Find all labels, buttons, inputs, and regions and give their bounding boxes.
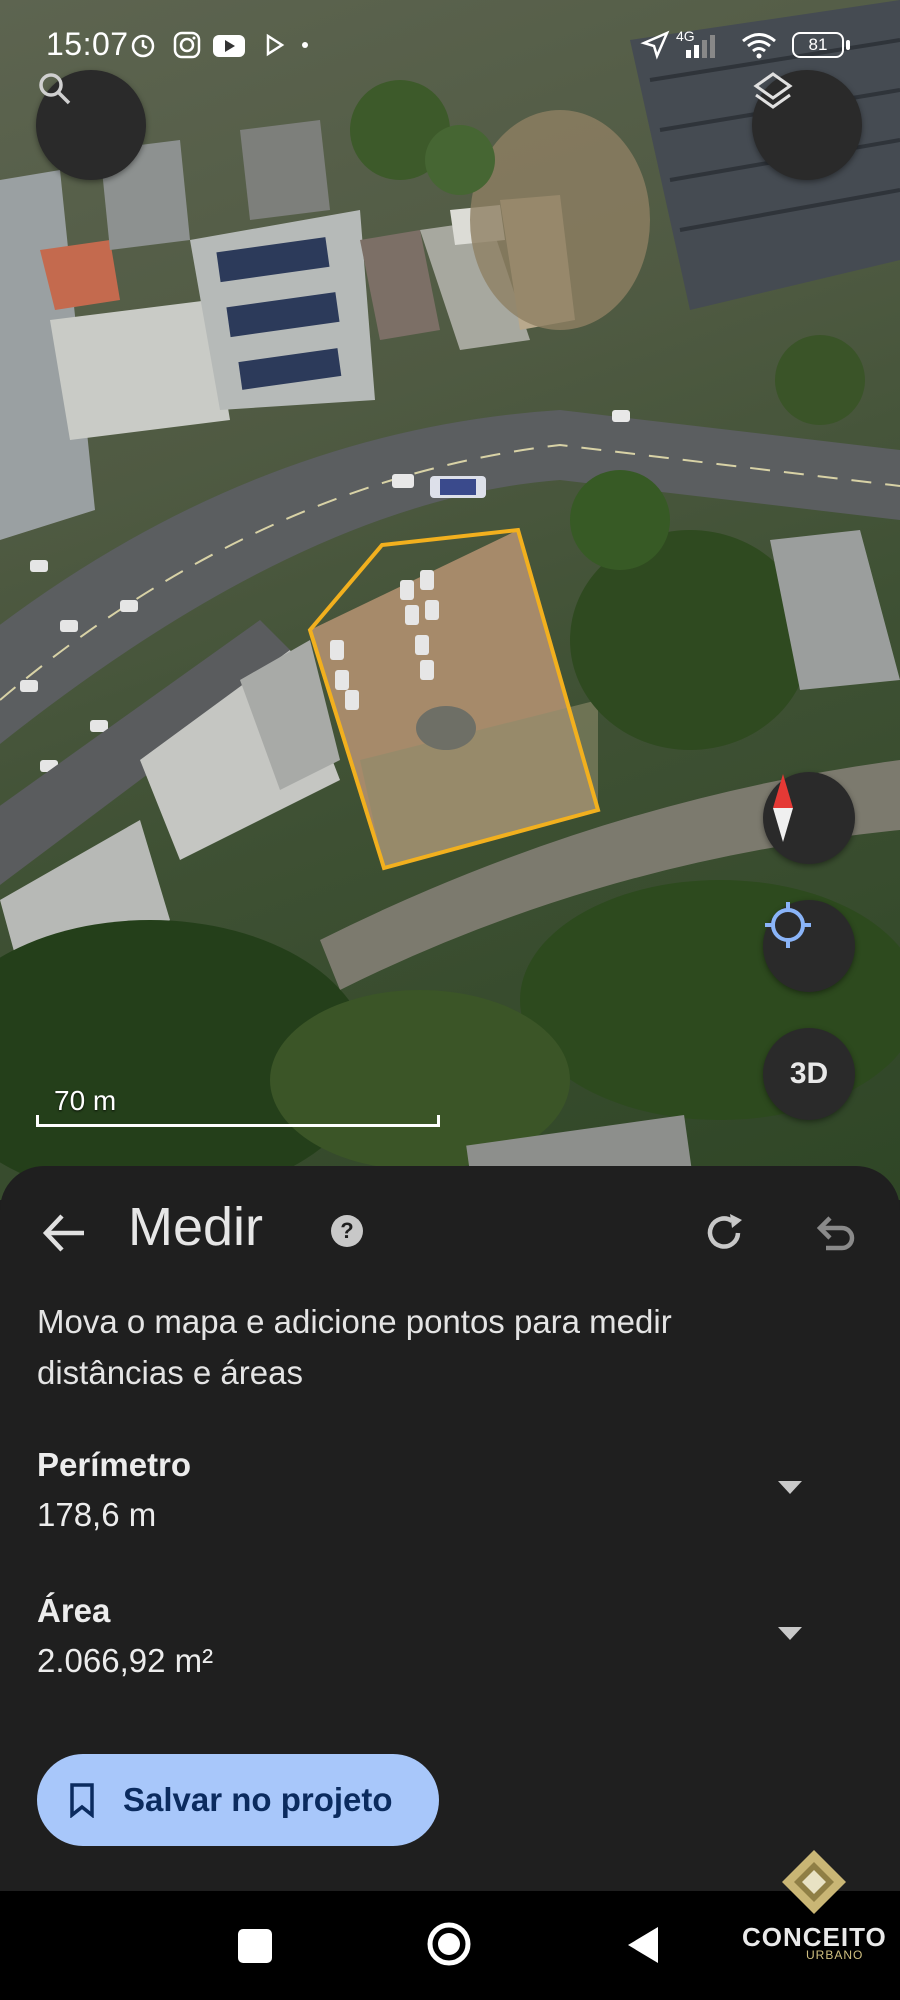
save-to-project-button[interactable]: Salvar no projeto: [37, 1754, 439, 1846]
satellite-imagery: [0, 0, 900, 1200]
status-time: 15:07: [46, 26, 129, 62]
building-roof: [50, 300, 230, 440]
location-arrow-icon: [640, 30, 670, 60]
instagram-icon: [173, 31, 201, 59]
scale-bar: [36, 1115, 440, 1127]
notification-dot-icon: [302, 42, 308, 48]
compass-button[interactable]: [763, 772, 855, 864]
my-location-icon: [765, 902, 811, 948]
nav-back-button[interactable]: [626, 1925, 660, 1965]
my-location-button[interactable]: [763, 900, 855, 992]
instruction-text: Mova o mapa e adicione pontos para medir…: [37, 1303, 672, 1391]
youtube-icon: [213, 35, 245, 57]
redo-icon[interactable]: [702, 1210, 748, 1256]
perimeter-expand-icon[interactable]: [776, 1478, 804, 1498]
signal-icon: [686, 35, 715, 58]
perimeter-value: 178,6 m: [37, 1496, 157, 1533]
layers-button[interactable]: [752, 70, 862, 180]
perimeter-label: Perímetro: [37, 1446, 192, 1483]
watermark-logo: CONCEITO URBANO: [736, 1848, 892, 1968]
undo-icon[interactable]: [812, 1210, 858, 1256]
wifi-icon: [742, 33, 776, 59]
scale-label: 70 m: [54, 1085, 117, 1116]
area-label: Área: [37, 1592, 111, 1629]
alarm-icon: [131, 34, 155, 58]
back-arrow-icon[interactable]: [38, 1206, 92, 1260]
play-store-icon: [266, 33, 285, 57]
3d-label: 3D: [789, 1057, 829, 1090]
home-button[interactable]: [426, 1921, 472, 1967]
compass-icon: [773, 774, 793, 842]
area-value: 2.066,92 m²: [37, 1642, 214, 1679]
battery-icon: 81: [792, 32, 844, 58]
layers-icon: [753, 72, 793, 109]
battery-level: 81: [808, 35, 828, 54]
svg-text:?: ?: [340, 1218, 353, 1243]
watermark-sub: URBANO: [806, 1948, 864, 1962]
battery-tip: [846, 40, 850, 50]
search-button[interactable]: [36, 70, 146, 180]
recents-button[interactable]: [238, 1929, 272, 1963]
conceito-logo-icon: [782, 1850, 846, 1914]
search-icon: [39, 73, 71, 105]
measure-sheet: Medir ? Mova o mapa e adicione pontos pa…: [0, 1166, 900, 1891]
area-expand-icon[interactable]: [776, 1624, 804, 1644]
save-to-project-label: Salvar no projeto: [123, 1781, 393, 1818]
3d-button[interactable]: 3D: [763, 1028, 855, 1120]
map-scale: 70 m: [36, 1085, 442, 1127]
bookmark-icon: [70, 1783, 94, 1818]
sheet-title: Medir: [128, 1197, 264, 1257]
map-view[interactable]: 15:07 4G 81 3D 70 m: [0, 0, 900, 1200]
help-icon[interactable]: ?: [330, 1214, 364, 1248]
